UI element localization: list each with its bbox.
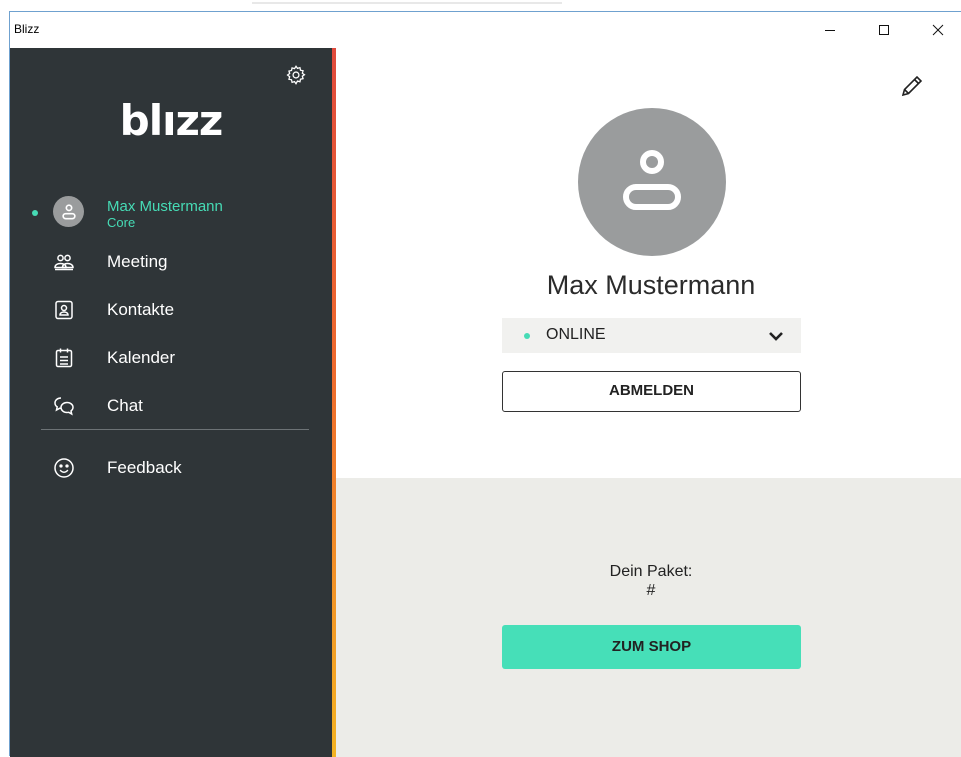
user-plan: Core (107, 215, 136, 230)
sidebar: blızz Max Mustermann Core Meeting Kontak… (10, 48, 336, 757)
window-title: Blizz (14, 22, 40, 36)
close-icon (932, 24, 944, 36)
chat-bubbles-icon (54, 397, 74, 416)
background-fragment (252, 0, 562, 6)
avatar (53, 196, 84, 227)
online-status-dot (32, 210, 38, 216)
package-label: Dein Paket: (609, 563, 693, 580)
background-strip (0, 0, 961, 11)
status-dropdown[interactable]: ONLINE (502, 318, 801, 353)
sidebar-item-label: Kontakte (107, 300, 175, 319)
edit-profile-button[interactable] (898, 72, 926, 100)
profile-avatar (578, 108, 726, 256)
profile-name: Max Mustermann (546, 270, 756, 300)
logo-text: blızz (119, 96, 224, 145)
blizz-logo: blızz (10, 96, 332, 145)
chevron-down-icon (769, 332, 783, 341)
app-window: Blizz blızz Max Mustermann Core Meeting … (9, 11, 961, 757)
contact-card-icon (55, 300, 73, 320)
minimize-icon (825, 30, 835, 31)
package-panel: Dein Paket: # ZUM SHOP (336, 478, 961, 757)
online-status-dot (524, 333, 530, 339)
sidebar-item-feedback[interactable]: Feedback (10, 448, 332, 488)
pencil-icon (901, 75, 923, 97)
calendar-icon (55, 348, 73, 368)
sidebar-item-label: Feedback (107, 458, 182, 477)
profile-panel: Max Mustermann ONLINE ABMELDEN (336, 48, 961, 478)
minimize-button[interactable] (807, 12, 853, 48)
group-icon (54, 254, 74, 271)
shop-button[interactable]: ZUM SHOP (502, 625, 801, 669)
maximize-button[interactable] (861, 12, 907, 48)
user-icon (623, 150, 681, 210)
maximize-icon (879, 25, 889, 35)
sidebar-item-label: Meeting (107, 252, 168, 271)
gear-icon (286, 65, 306, 85)
sidebar-divider (41, 429, 309, 430)
close-button[interactable] (915, 12, 961, 48)
settings-button[interactable] (285, 64, 307, 86)
user-name: Max Mustermann (107, 198, 223, 215)
sidebar-item-label: Chat (107, 396, 143, 415)
sidebar-item-profile[interactable]: Max Mustermann Core (10, 188, 332, 238)
sidebar-item-meeting[interactable]: Meeting (10, 242, 332, 282)
sidebar-item-label: Kalender (107, 348, 176, 367)
sidebar-item-chat[interactable]: Chat (10, 386, 332, 426)
package-value: # (646, 582, 656, 599)
user-icon (61, 203, 76, 219)
smiley-icon (54, 458, 74, 478)
status-value: ONLINE (546, 326, 606, 343)
sidebar-item-kalender[interactable]: Kalender (10, 338, 332, 378)
sidebar-item-kontakte[interactable]: Kontakte (10, 290, 332, 330)
title-bar: Blizz (10, 12, 961, 48)
sign-out-button[interactable]: ABMELDEN (502, 371, 801, 412)
